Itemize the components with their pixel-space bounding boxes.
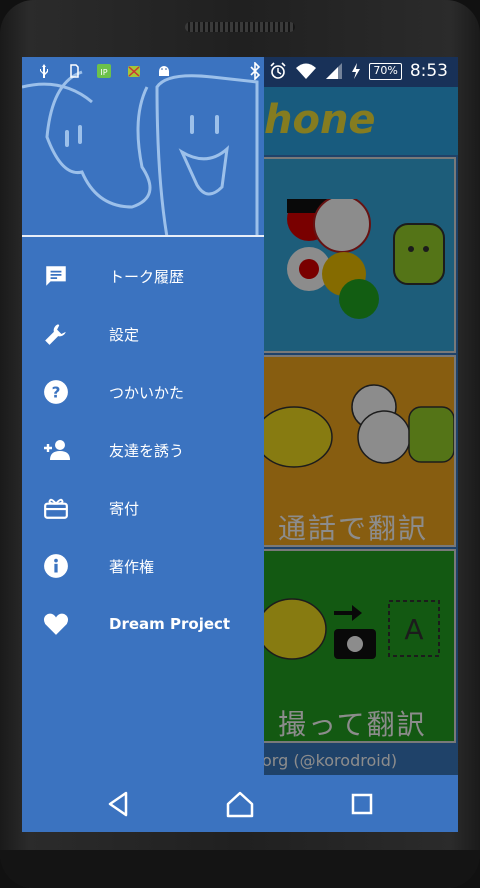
earpiece-speaker <box>185 22 295 32</box>
menu-label: つかいかた <box>109 383 185 402</box>
heart-icon <box>42 610 70 638</box>
drawer-menu: トーク履歴 設定 ? つかいかた 友達を誘う 寄付 著作権 Dream Proj… <box>22 247 264 653</box>
clock: 8:53 <box>409 61 448 81</box>
home-icon[interactable] <box>225 789 255 819</box>
back-icon[interactable] <box>104 789 134 819</box>
menu-item-settings[interactable]: 設定 <box>22 305 264 363</box>
menu-label: 著作権 <box>109 557 155 576</box>
menu-item-donate[interactable]: 寄付 <box>22 479 264 537</box>
app-ip-icon: IP <box>97 64 111 78</box>
sim-icon <box>70 64 79 78</box>
menu-label: 設定 <box>109 325 140 344</box>
recents-icon[interactable] <box>347 789 377 819</box>
menu-label: Dream Project <box>109 615 231 633</box>
phone-chin <box>0 850 480 888</box>
menu-label: トーク履歴 <box>109 267 185 286</box>
wifi-icon <box>296 63 317 79</box>
add-person-icon <box>42 436 70 464</box>
phone-frame: IP 70% 8:53 hone 通話で翻訳 A 撮って翻訳 org (@kor… <box>0 0 480 888</box>
battery-indicator: 70% <box>369 62 402 80</box>
menu-item-how-to-use[interactable]: ? つかいかた <box>22 363 264 421</box>
usb-icon <box>40 64 48 78</box>
gift-icon <box>42 494 70 522</box>
menu-label: 寄付 <box>109 499 140 518</box>
chat-icon <box>42 262 70 290</box>
system-nav-bar <box>22 775 458 832</box>
svg-text:?: ? <box>52 383 61 401</box>
navigation-drawer: トーク履歴 設定 ? つかいかた 友達を誘う 寄付 著作権 Dream Proj… <box>22 57 264 802</box>
info-icon <box>42 552 70 580</box>
wrench-icon <box>42 320 70 348</box>
signal-icon <box>326 63 343 79</box>
screen: IP 70% 8:53 hone 通話で翻訳 A 撮って翻訳 org (@kor… <box>22 57 458 832</box>
charging-icon <box>352 63 361 79</box>
bluetooth-icon <box>250 62 261 80</box>
menu-item-talk-history[interactable]: トーク履歴 <box>22 247 264 305</box>
status-bar: IP 70% 8:53 <box>22 57 458 87</box>
menu-item-invite-friends[interactable]: 友達を誘う <box>22 421 264 479</box>
help-icon: ? <box>42 378 70 406</box>
menu-item-copyright[interactable]: 著作権 <box>22 537 264 595</box>
android-icon <box>159 66 169 76</box>
alarm-icon <box>270 62 286 79</box>
menu-item-dream-project[interactable]: Dream Project <box>22 595 264 653</box>
svg-text:IP: IP <box>100 68 107 77</box>
debug-icon <box>128 66 140 77</box>
menu-label: 友達を誘う <box>109 441 185 460</box>
